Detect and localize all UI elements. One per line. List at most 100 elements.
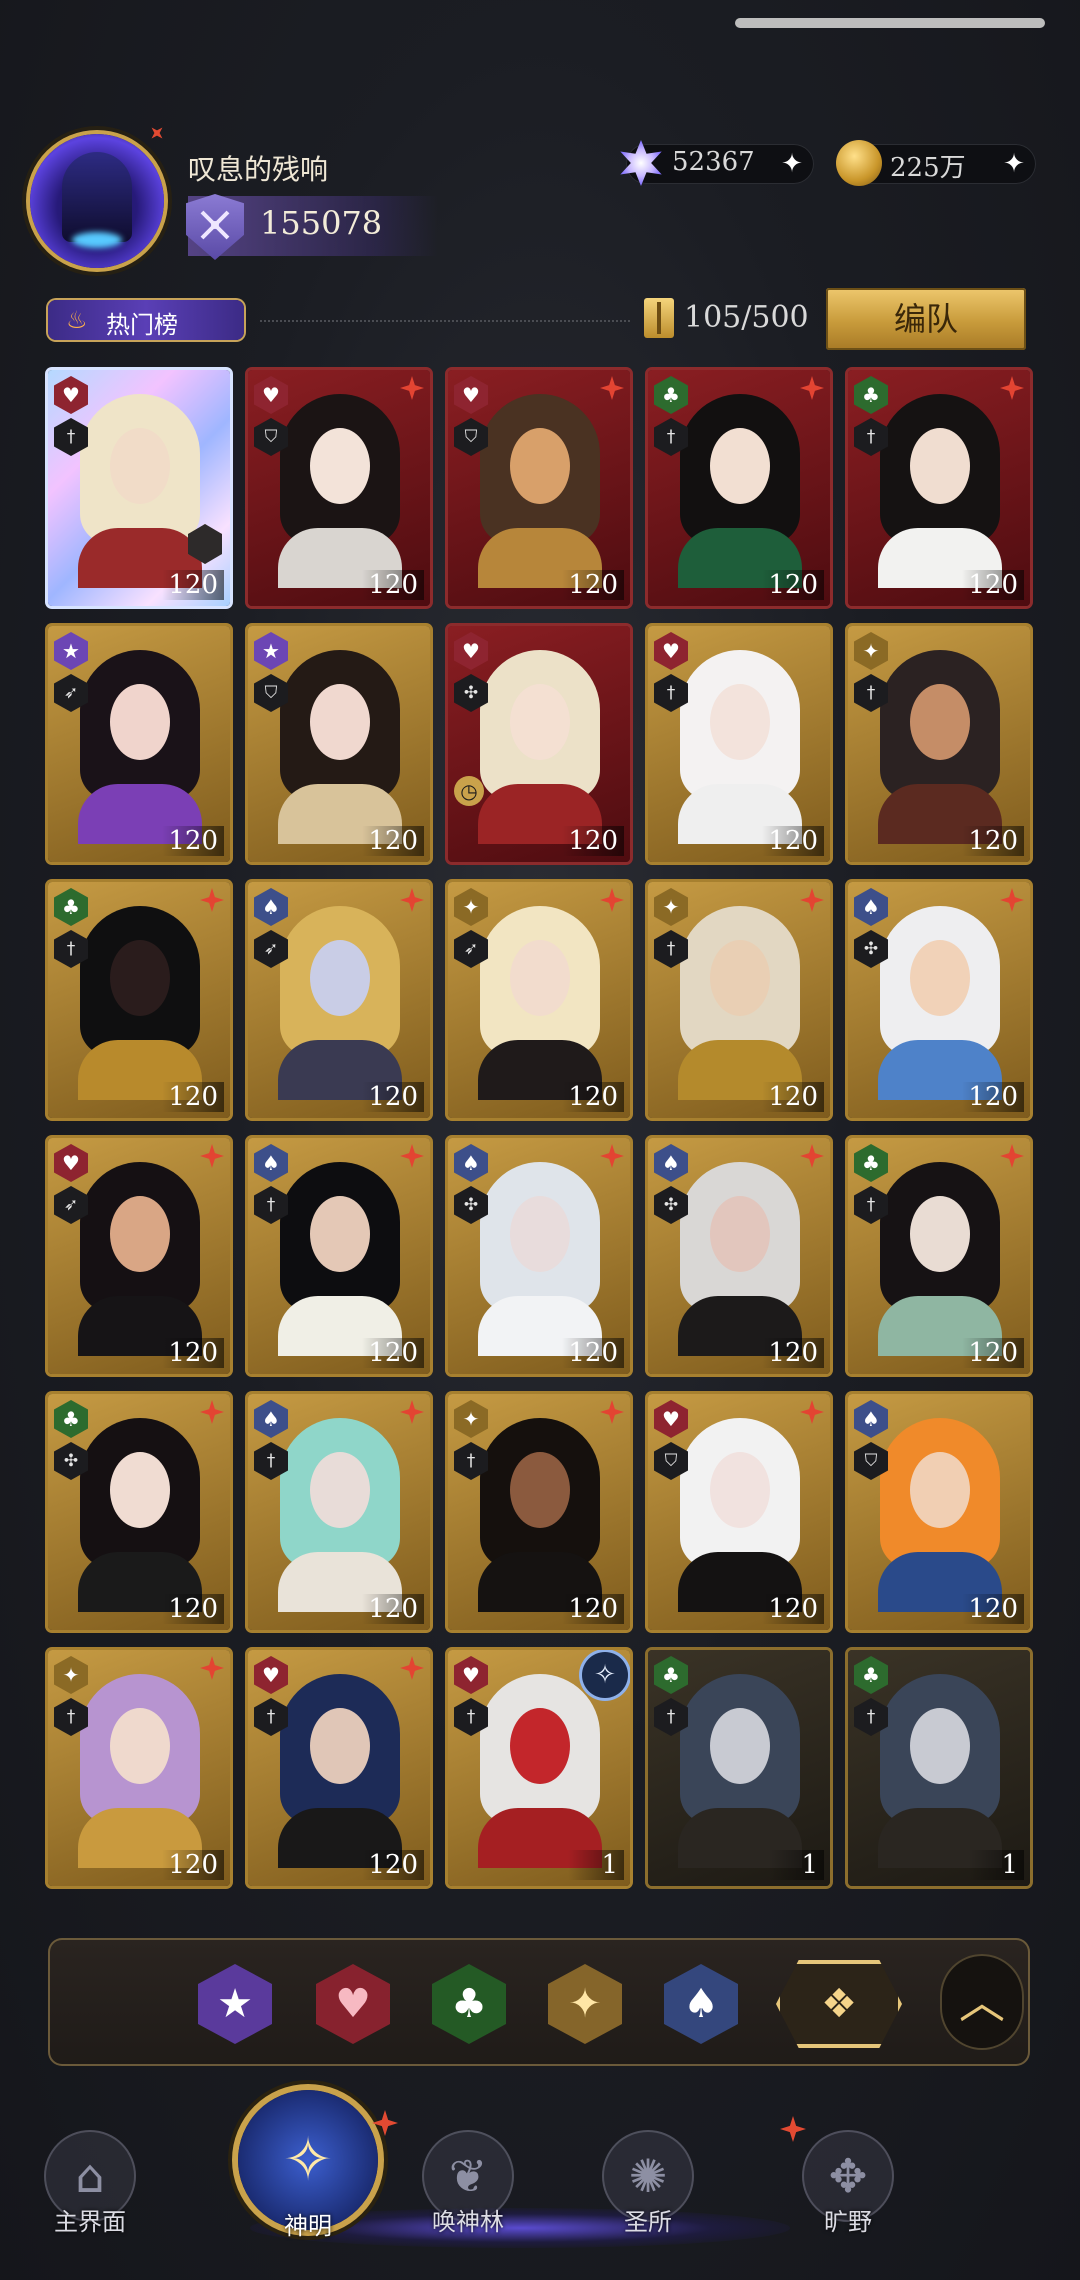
collapse-chevron-up-icon[interactable]: ︿ [940,1954,1024,2050]
god-card[interactable]: ♣ † 1 [648,1650,830,1886]
god-card[interactable]: ♣ † 120 [848,370,1030,606]
nav-item-3[interactable]: ✺ 圣所 [573,2130,723,2260]
god-card[interactable]: ✦ † 120 [848,626,1030,862]
god-card[interactable]: ♠ † 120 [248,1138,430,1374]
hot-list-label: 热门榜 [106,311,178,339]
clock-icon: ◷ [454,776,484,806]
filter-club-button[interactable]: ♣ [432,1964,506,2044]
nav-label: 主界面 [54,2208,126,2236]
portrait-face [310,1196,370,1272]
god-card[interactable]: ✦ † 120 [648,882,830,1118]
character-portrait [270,388,410,588]
god-card[interactable]: ♠ ✣ 120 [648,1138,830,1374]
nav-item-1[interactable]: ✧ 神明 [223,2090,393,2240]
new-star-icon [1000,1144,1024,1168]
portrait-face [110,940,170,1016]
character-portrait [470,900,610,1100]
god-card[interactable]: ♠ ➶ 120 [248,882,430,1118]
god-card[interactable]: ★ ➶ 120 [48,626,230,862]
player-name: 叹息的残响 [188,153,329,186]
god-card[interactable]: ♥ ⛉ 120 [448,370,630,606]
portrait-face [910,1708,970,1784]
club-suit-icon: ♣ [854,1656,888,1694]
add-coins-button[interactable]: ✦ [1002,151,1026,177]
god-card[interactable]: ★ ⛉ 120 [248,626,430,862]
club-suit-icon: ♣ [54,888,88,926]
new-star-icon [800,1144,824,1168]
compass-badge-icon: ✧ [582,1652,628,1698]
character-portrait [670,644,810,844]
card-level: 120 [362,570,424,600]
card-level: 120 [162,1082,224,1112]
god-card[interactable]: ♥ ⛉ 120 [248,370,430,606]
card-level: 120 [762,1338,824,1368]
god-card[interactable]: ✦ † 120 [448,1394,630,1630]
character-portrait [470,1412,610,1612]
filter-all-button[interactable]: ❖ [776,1960,902,2048]
god-card[interactable]: ♥ † 120 [248,1650,430,1886]
card-level: 120 [562,826,624,856]
add-gems-button[interactable]: ✦ [780,151,804,177]
portrait-face [710,684,770,760]
new-star-icon [600,888,624,912]
character-portrait [470,388,610,588]
character-portrait [270,644,410,844]
card-level: 120 [162,570,224,600]
character-portrait [70,1412,210,1612]
avatar-glow [72,232,122,248]
god-card[interactable]: ♣ † 120 [648,370,830,606]
portrait-face [510,428,570,504]
character-portrait [870,1668,1010,1868]
character-portrait [870,1156,1010,1356]
god-card[interactable]: ♥ † 120 [48,370,230,606]
god-card[interactable]: ✦ ➶ 120 [448,882,630,1118]
nav-item-2[interactable]: ❦ 唤神林 [393,2130,543,2260]
portrait-face [510,684,570,760]
star-suit-icon: ★ [254,632,288,670]
god-card[interactable]: ♠ ✣ 120 [448,1138,630,1374]
player-avatar[interactable] [30,134,164,268]
divider [260,320,630,322]
god-card[interactable]: ♣ † 120 [48,882,230,1118]
filter-diamond-button[interactable]: ✦ [548,1964,622,2044]
character-portrait [70,1668,210,1868]
god-card[interactable]: ♣ ✣ 120 [48,1394,230,1630]
god-card[interactable]: ♥ ✣ ◷ 120 [448,626,630,862]
god-card[interactable]: ♣ † 120 [848,1138,1030,1374]
portrait-face [310,1452,370,1528]
god-card[interactable]: ♥ † ✧ 1 [448,1650,630,1886]
god-card[interactable]: ♠ ⛉ 120 [848,1394,1030,1630]
bottom-nav: ⌂ 主界面 ✧ 神明 ❦ 唤神林 ✺ 圣所 ✥ 旷野 [0,2090,1080,2280]
filter-star-button[interactable]: ★ [198,1964,272,2044]
card-level: 120 [762,570,824,600]
coin-counter: 225万 ✦ [836,140,1036,186]
card-level: 1 [968,1850,1024,1880]
filter-spade-button[interactable]: ♠ [664,1964,738,2044]
filter-heart-button[interactable]: ♥ [316,1964,390,2044]
hot-list-button[interactable]: ♨ 热门榜 [48,300,244,340]
spade-suit-icon: ♠ [454,1144,488,1182]
god-card[interactable]: ♥ ⛉ 120 [648,1394,830,1630]
nav-item-0[interactable]: ⌂ 主界面 [15,2130,165,2260]
spade-suit-icon: ♠ [854,888,888,926]
character-portrait [70,1156,210,1356]
portrait-face [910,1452,970,1528]
card-level: 120 [962,1338,1024,1368]
god-card[interactable]: ♥ † 120 [648,626,830,862]
god-card[interactable]: ♣ † 1 [848,1650,1030,1886]
portrait-face [710,1452,770,1528]
coin-value: 225万 [890,153,966,183]
new-star-icon [400,376,424,400]
nav-item-4[interactable]: ✥ 旷野 [773,2130,923,2260]
heart-suit-icon: ♥ [654,1400,688,1438]
heart-suit-icon: ♥ [54,1144,88,1182]
god-card[interactable]: ♠ † 120 [248,1394,430,1630]
god-card[interactable]: ♥ ➶ 120 [48,1138,230,1374]
team-formation-button[interactable]: 编队 [826,288,1026,350]
character-portrait [870,644,1010,844]
god-card[interactable]: ✦ † 120 [48,1650,230,1886]
card-level: 120 [962,826,1024,856]
card-level: 120 [962,570,1024,600]
portrait-face [510,1708,570,1784]
god-card[interactable]: ♠ ✣ 120 [848,882,1030,1118]
